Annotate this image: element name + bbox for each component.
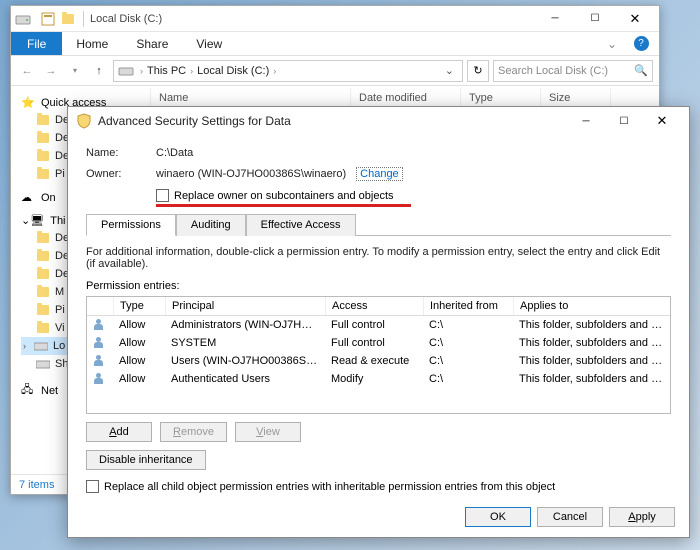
folder-icon	[37, 251, 49, 261]
tab-strip: Permissions Auditing Effective Access	[86, 213, 671, 236]
chevron-right-icon: ›	[140, 66, 143, 76]
permission-row[interactable]: AllowUsers (WIN-OJ7HO00386S\Us...Read & …	[87, 352, 670, 370]
ribbon-expand-icon[interactable]: ⌄	[593, 32, 631, 55]
col-access[interactable]: Access	[325, 297, 423, 315]
recent-dropdown-icon[interactable]: ▾	[65, 61, 85, 81]
ribbon-home[interactable]: Home	[62, 32, 122, 55]
folder-icon	[37, 269, 49, 279]
dialog-close-button[interactable]: ✕	[643, 109, 681, 133]
dialog-title: Advanced Security Settings for Data	[98, 114, 567, 128]
folder-icon	[37, 233, 49, 243]
drive-icon	[33, 339, 49, 353]
cloud-icon: ☁	[21, 191, 37, 204]
apply-button[interactable]: Apply	[609, 507, 675, 527]
remove-button[interactable]: Remove	[160, 422, 227, 442]
ribbon-share[interactable]: Share	[122, 32, 182, 55]
name-label: Name:	[86, 147, 156, 159]
network-icon: 🖧	[21, 381, 37, 400]
tab-effective-access[interactable]: Effective Access	[246, 214, 356, 236]
col-type[interactable]: Type	[113, 297, 165, 315]
breadcrumb-dropdown-icon[interactable]: ⌄	[441, 64, 458, 77]
owner-value: winaero (WIN-OJ7HO00386S\winaero)	[156, 168, 346, 180]
close-button[interactable]: ✕	[615, 7, 655, 31]
ribbon-file[interactable]: File	[11, 32, 62, 55]
chevron-right-icon: ›	[23, 341, 33, 351]
ribbon: File Home Share View ⌄ ?	[11, 32, 659, 56]
forward-button[interactable]: →	[41, 61, 61, 81]
drive-icon	[118, 63, 134, 79]
search-icon: 🔍	[634, 64, 648, 77]
dialog-minimize-button[interactable]: ─	[567, 109, 605, 133]
pc-icon: 🖥	[30, 214, 46, 227]
qat-newfolder-icon[interactable]	[59, 10, 77, 28]
col-applies[interactable]: Applies to	[513, 297, 670, 315]
breadcrumb-item[interactable]: This PC	[147, 65, 186, 77]
permission-row[interactable]: AllowAdministrators (WIN-OJ7HO0...Full c…	[87, 316, 670, 334]
name-value: C:\Data	[156, 147, 193, 159]
user-icon	[93, 337, 107, 349]
col-principal[interactable]: Principal	[165, 297, 325, 315]
change-owner-link[interactable]: Change	[356, 167, 403, 181]
shield-icon	[76, 113, 92, 129]
quick-access-toolbar	[39, 10, 77, 28]
tab-permissions[interactable]: Permissions	[86, 214, 176, 236]
permission-row[interactable]: AllowSYSTEMFull controlC:\This folder, s…	[87, 334, 670, 352]
replace-child-checkbox[interactable]	[86, 480, 99, 493]
drive-icon	[35, 357, 51, 371]
folder-icon	[37, 133, 49, 143]
permission-table: Type Principal Access Inherited from App…	[86, 296, 671, 414]
help-icon[interactable]: ?	[631, 34, 651, 54]
info-text: For additional information, double-click…	[86, 246, 671, 270]
folder-icon	[37, 169, 49, 179]
permission-row[interactable]: AllowAuthenticated UsersModifyC:\This fo…	[87, 370, 670, 388]
dialog-footer: OK Cancel Apply	[465, 507, 675, 527]
view-button[interactable]: View	[235, 422, 301, 442]
chevron-right-icon: ›	[190, 66, 193, 76]
folder-icon	[37, 305, 49, 315]
ok-button[interactable]: OK	[465, 507, 531, 527]
user-icon	[93, 355, 107, 367]
tab-auditing[interactable]: Auditing	[176, 214, 246, 236]
drive-icon	[15, 11, 31, 27]
col-inherited[interactable]: Inherited from	[423, 297, 513, 315]
add-button[interactable]: Add	[86, 422, 152, 442]
chevron-right-icon: ›	[273, 66, 276, 76]
folder-icon	[37, 151, 49, 161]
replace-owner-label: Replace owner on subcontainers and objec…	[174, 190, 394, 202]
dialog-titlebar: Advanced Security Settings for Data ─ ☐ …	[68, 107, 689, 135]
breadcrumb[interactable]: › This PC › Local Disk (C:) › ⌄	[113, 60, 463, 82]
navigation-row: ← → ▾ ↑ › This PC › Local Disk (C:) › ⌄ …	[11, 56, 659, 86]
add-label: dd	[117, 426, 129, 438]
star-icon: ⭐	[21, 96, 37, 109]
folder-icon	[37, 323, 49, 333]
replace-owner-checkbox[interactable]	[156, 189, 169, 202]
folder-icon	[37, 287, 49, 297]
search-placeholder: Search Local Disk (C:)	[498, 65, 634, 77]
disable-inheritance-button[interactable]: Disable inheritance	[86, 450, 206, 470]
security-settings-dialog: Advanced Security Settings for Data ─ ☐ …	[67, 106, 690, 538]
annotation-underline	[156, 204, 411, 207]
explorer-titlebar: Local Disk (C:) ─ ☐ ✕	[11, 6, 659, 32]
user-icon	[93, 319, 107, 331]
qat-properties-icon[interactable]	[39, 10, 57, 28]
minimize-button[interactable]: ─	[535, 7, 575, 31]
user-icon	[93, 373, 107, 385]
dialog-maximize-button[interactable]: ☐	[605, 109, 643, 133]
cancel-button[interactable]: Cancel	[537, 507, 603, 527]
ribbon-view[interactable]: View	[182, 32, 236, 55]
owner-label: Owner:	[86, 168, 156, 180]
window-title: Local Disk (C:)	[90, 13, 535, 25]
up-button[interactable]: ↑	[89, 61, 109, 81]
maximize-button[interactable]: ☐	[575, 7, 615, 31]
back-button[interactable]: ←	[17, 61, 37, 81]
chevron-down-icon: ⌄	[21, 214, 30, 227]
folder-icon	[37, 115, 49, 125]
entries-label: Permission entries:	[86, 280, 671, 292]
search-input[interactable]: Search Local Disk (C:) 🔍	[493, 60, 653, 82]
replace-child-label: Replace all child object permission entr…	[104, 481, 555, 493]
breadcrumb-item[interactable]: Local Disk (C:)	[197, 65, 269, 77]
refresh-button[interactable]: ↻	[467, 60, 489, 82]
